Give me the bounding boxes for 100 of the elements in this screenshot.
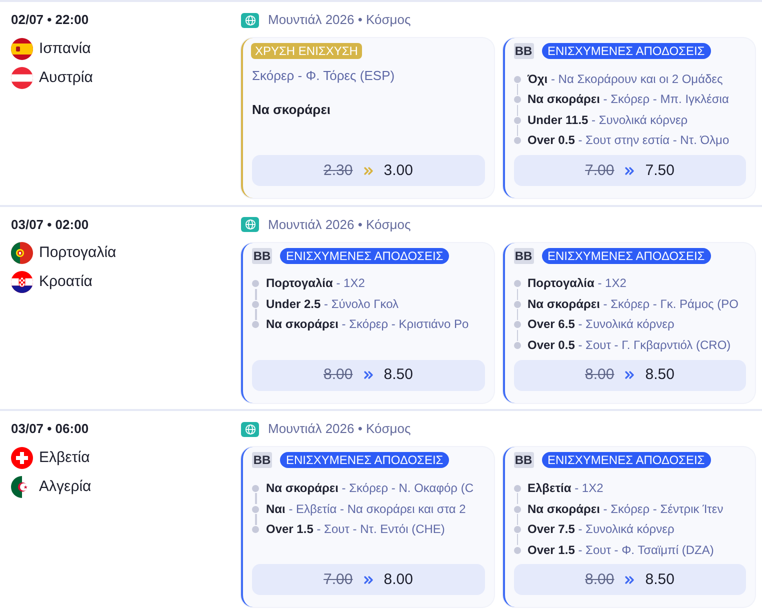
team-name: Πορτογαλία [39,244,116,262]
bullet-icon [514,546,520,554]
chevron-icon [364,576,373,584]
bullet-icon [514,506,520,513]
selection-text: Over 1.5 - Σουτ - Φ. Τσαϊμπί (DZA) [528,542,714,558]
selection-text: Over 1.5 - Σουτ - Ντ. Εντόι (CHE) [266,522,445,538]
flag-icon [11,66,33,88]
selection-text: Να σκοράρει - Σκόρερ - Κριστιάνο Ρο [266,317,469,332]
team-name: Ισπανία [39,40,91,58]
selection-text: Over 0.5 - Σουτ - Γ. Γκβαρντιόλ (CRO) [528,338,731,353]
match-time: 02/07 • 22:00 [11,12,89,28]
connector-line [516,534,518,546]
league-name: Μουντιάλ 2026 • Κόσμος [268,12,411,28]
boost-badge: ΕΝΙΣΧΥΜΕΝΕΣ ΑΠΟΔΟΣΕΙΣ [280,452,450,468]
bb-badge: BB [514,43,534,59]
odds-button[interactable]: 8.00 8.50 [514,564,746,596]
bullet-icon [252,321,259,328]
flag-icon [11,242,33,264]
globe-icon [241,422,259,437]
team-name: Κροατία [39,273,92,292]
chevron-icon [625,166,634,174]
selection-text: Να σκοράρει - Σκόρερ - Μπ. Ιγκλέσια [528,92,729,108]
flag-icon [11,446,33,469]
boost-badge: ΕΝΙΣΧΥΜΕΝΕΣ ΑΠΟΔΟΣΕΙΣ [542,452,711,468]
boost-badge: ΕΝΙΣΧΥΜΕΝΕΣ ΑΠΟΔΟΣΕΙΣ [280,248,450,264]
bullet-icon [252,300,259,308]
selection-text: Under 11.5 - Συνολικά κόρνερ [528,112,688,128]
selection-text: Πορτογαλία - 1X2 [528,276,626,292]
bullet-icon [252,485,259,492]
bb-badge: BB [252,248,272,264]
pick-text: Να σκοράρει [252,102,331,118]
selection-text: Να σκοράρει - Σκόρερ - Σέντρικ Ίτεν [528,502,724,517]
odds-button[interactable]: 8.00 8.50 [252,360,484,391]
match-time: 03/07 • 06:00 [11,421,89,438]
offer-card[interactable]: BB ΕΝΙΣΧΥΜΕΝΕΣ ΑΠΟΔΟΣΕΙΣ Όχι - Να Σκοράρουν και οι 2 Ομάδες Να σκοράρει - Σκόρερ - Μπ. Ιγκλέσια Under 11.5 - Συνολικά κόρνερ Over 0.5 - Σουτ στην εστία - Ντ. Όλμο 7.00 7.50 [502,38,755,198]
league-name: Μουντιάλ 2026 • Κόσμος [268,216,411,233]
chevron-icon [364,371,373,380]
connector-line [516,125,518,136]
selection-text: Να σκοράρει - Σκόρερ - Ν. Οκαφόρ (C [266,481,474,496]
bullet-icon [514,342,520,349]
bullet-icon [514,526,520,534]
league-name: Μουντιάλ 2026 • Κόσμος [268,421,411,438]
connector-line [255,514,256,525]
bullet-icon [514,321,520,328]
selection-text: Over 0.5 - Σουτ στην εστία - Ντ. Όλμο [528,133,730,148]
bullet-icon [252,506,259,513]
boost-badge: ΕΝΙΣΧΥΜΕΝΕΣ ΑΠΟΔΟΣΕΙΣ [542,43,711,59]
bb-badge: BB [514,452,534,468]
connector-line [255,309,256,320]
odds-button[interactable]: 2.30 3.00 [252,155,484,186]
bullet-icon [514,485,520,492]
connector-line [255,493,256,504]
connector-line [516,330,518,341]
globe-icon [241,12,259,28]
bullet-icon [514,76,520,83]
boost-badge: ΧΡΥΣΗ ΕΝΙΣΧΥΣΗ [251,43,362,59]
team-name: Αυστρία [39,68,93,86]
connector-line [516,84,518,95]
offer-card[interactable]: BB ΕΝΙΣΧΥΜΕΝΕΣ ΑΠΟΔΟΣΕΙΣ Πορτογαλία - 1X2 Under 2.5 - Σύνολο Γκολ Να σκοράρει - Σκόρερ - Κριστιάνο Ρο 8.00 8.50 [241,242,494,403]
offer-card[interactable]: ΧΡΥΣΗ ΕΝΙΣΧΥΣΗ Σκόρερ - Φ. Τόρες (ESP) Να σκοράρει 2.30 3.00 [241,38,494,198]
connector-line [516,309,518,320]
offer-card[interactable]: BB ΕΝΙΣΧΥΜΕΝΕΣ ΑΠΟΔΟΣΕΙΣ Ελβετία - 1X2 Να σκοράρει - Σκόρερ - Σέντρικ Ίτεν Over 7.5 - Συνολικά κόρνερ Over 1.5 - Σουτ - Φ. Τσαϊμπί (DZA) 8.00 8.50 [502,447,755,608]
flag-icon [11,38,33,60]
chevron-icon [625,371,634,380]
bullet-icon [514,116,520,124]
selection-text: Ναι - Ελβετία - Να σκοράρει και στα 2 [266,502,466,517]
boost-badge: ΕΝΙΣΧΥΜΕΝΕΣ ΑΠΟΔΟΣΕΙΣ [542,248,711,264]
chevron-icon [625,576,634,584]
bullet-icon [252,526,259,534]
bullet-icon [252,280,259,288]
selection-text: Όχι - Να Σκοράρουν και οι 2 Ομάδες [528,72,723,87]
odds-button[interactable]: 8.00 8.50 [514,360,746,391]
market-text: Σκόρερ - Φ. Τόρες (ESP) [252,68,395,84]
team-name: Ελβετία [39,448,90,467]
team-name: Αλγερία [39,478,92,496]
globe-icon [241,217,259,232]
selection-text: Πορτογαλία - 1X2 [266,276,365,292]
selection-text: Over 7.5 - Συνολικά κόρνερ [528,522,674,538]
chevron-icon [364,166,373,174]
odds-button[interactable]: 7.00 7.50 [514,155,746,186]
connector-line [516,493,518,504]
offer-card[interactable]: BB ΕΝΙΣΧΥΜΕΝΕΣ ΑΠΟΔΟΣΕΙΣ Πορτογαλία - 1X2 Να σκοράρει - Σκόρερ - Γκ. Ράμος (PO Over 6.5 - Συνολικά κόρνερ Over 0.5 - Σουτ - Γ. Γκβαρντιόλ (CRO) 8.00 8.50 [502,242,755,403]
bullet-icon [514,137,520,144]
bullet-icon [514,300,520,308]
bb-badge: BB [252,452,272,468]
connector-line [255,288,256,300]
selection-text: Ελβετία - 1X2 [528,481,604,496]
flag-icon [11,271,33,294]
odds-button[interactable]: 7.00 8.00 [252,564,484,596]
offer-card[interactable]: BB ΕΝΙΣΧΥΜΕΝΕΣ ΑΠΟΔΟΣΕΙΣ Να σκοράρει - Σκόρερ - Ν. Οκαφόρ (C Ναι - Ελβετία - Να σκοράρει και στα 2 Over 1.5 - Σουτ - Ντ. Εντόι (CHE) 7.00 8.00 [241,447,494,608]
connector-line [516,288,518,300]
bb-badge: BB [514,248,534,264]
match-time: 03/07 • 02:00 [11,216,89,233]
connector-line [516,104,518,116]
bullet-icon [514,96,520,104]
bullet-icon [514,280,520,288]
selection-text: Να σκοράρει - Σκόρερ - Γκ. Ράμος (PO [528,296,739,312]
selection-text: Under 2.5 - Σύνολο Γκολ [266,296,399,312]
connector-line [516,514,518,525]
selection-text: Over 6.5 - Συνολικά κόρνερ [528,317,674,332]
